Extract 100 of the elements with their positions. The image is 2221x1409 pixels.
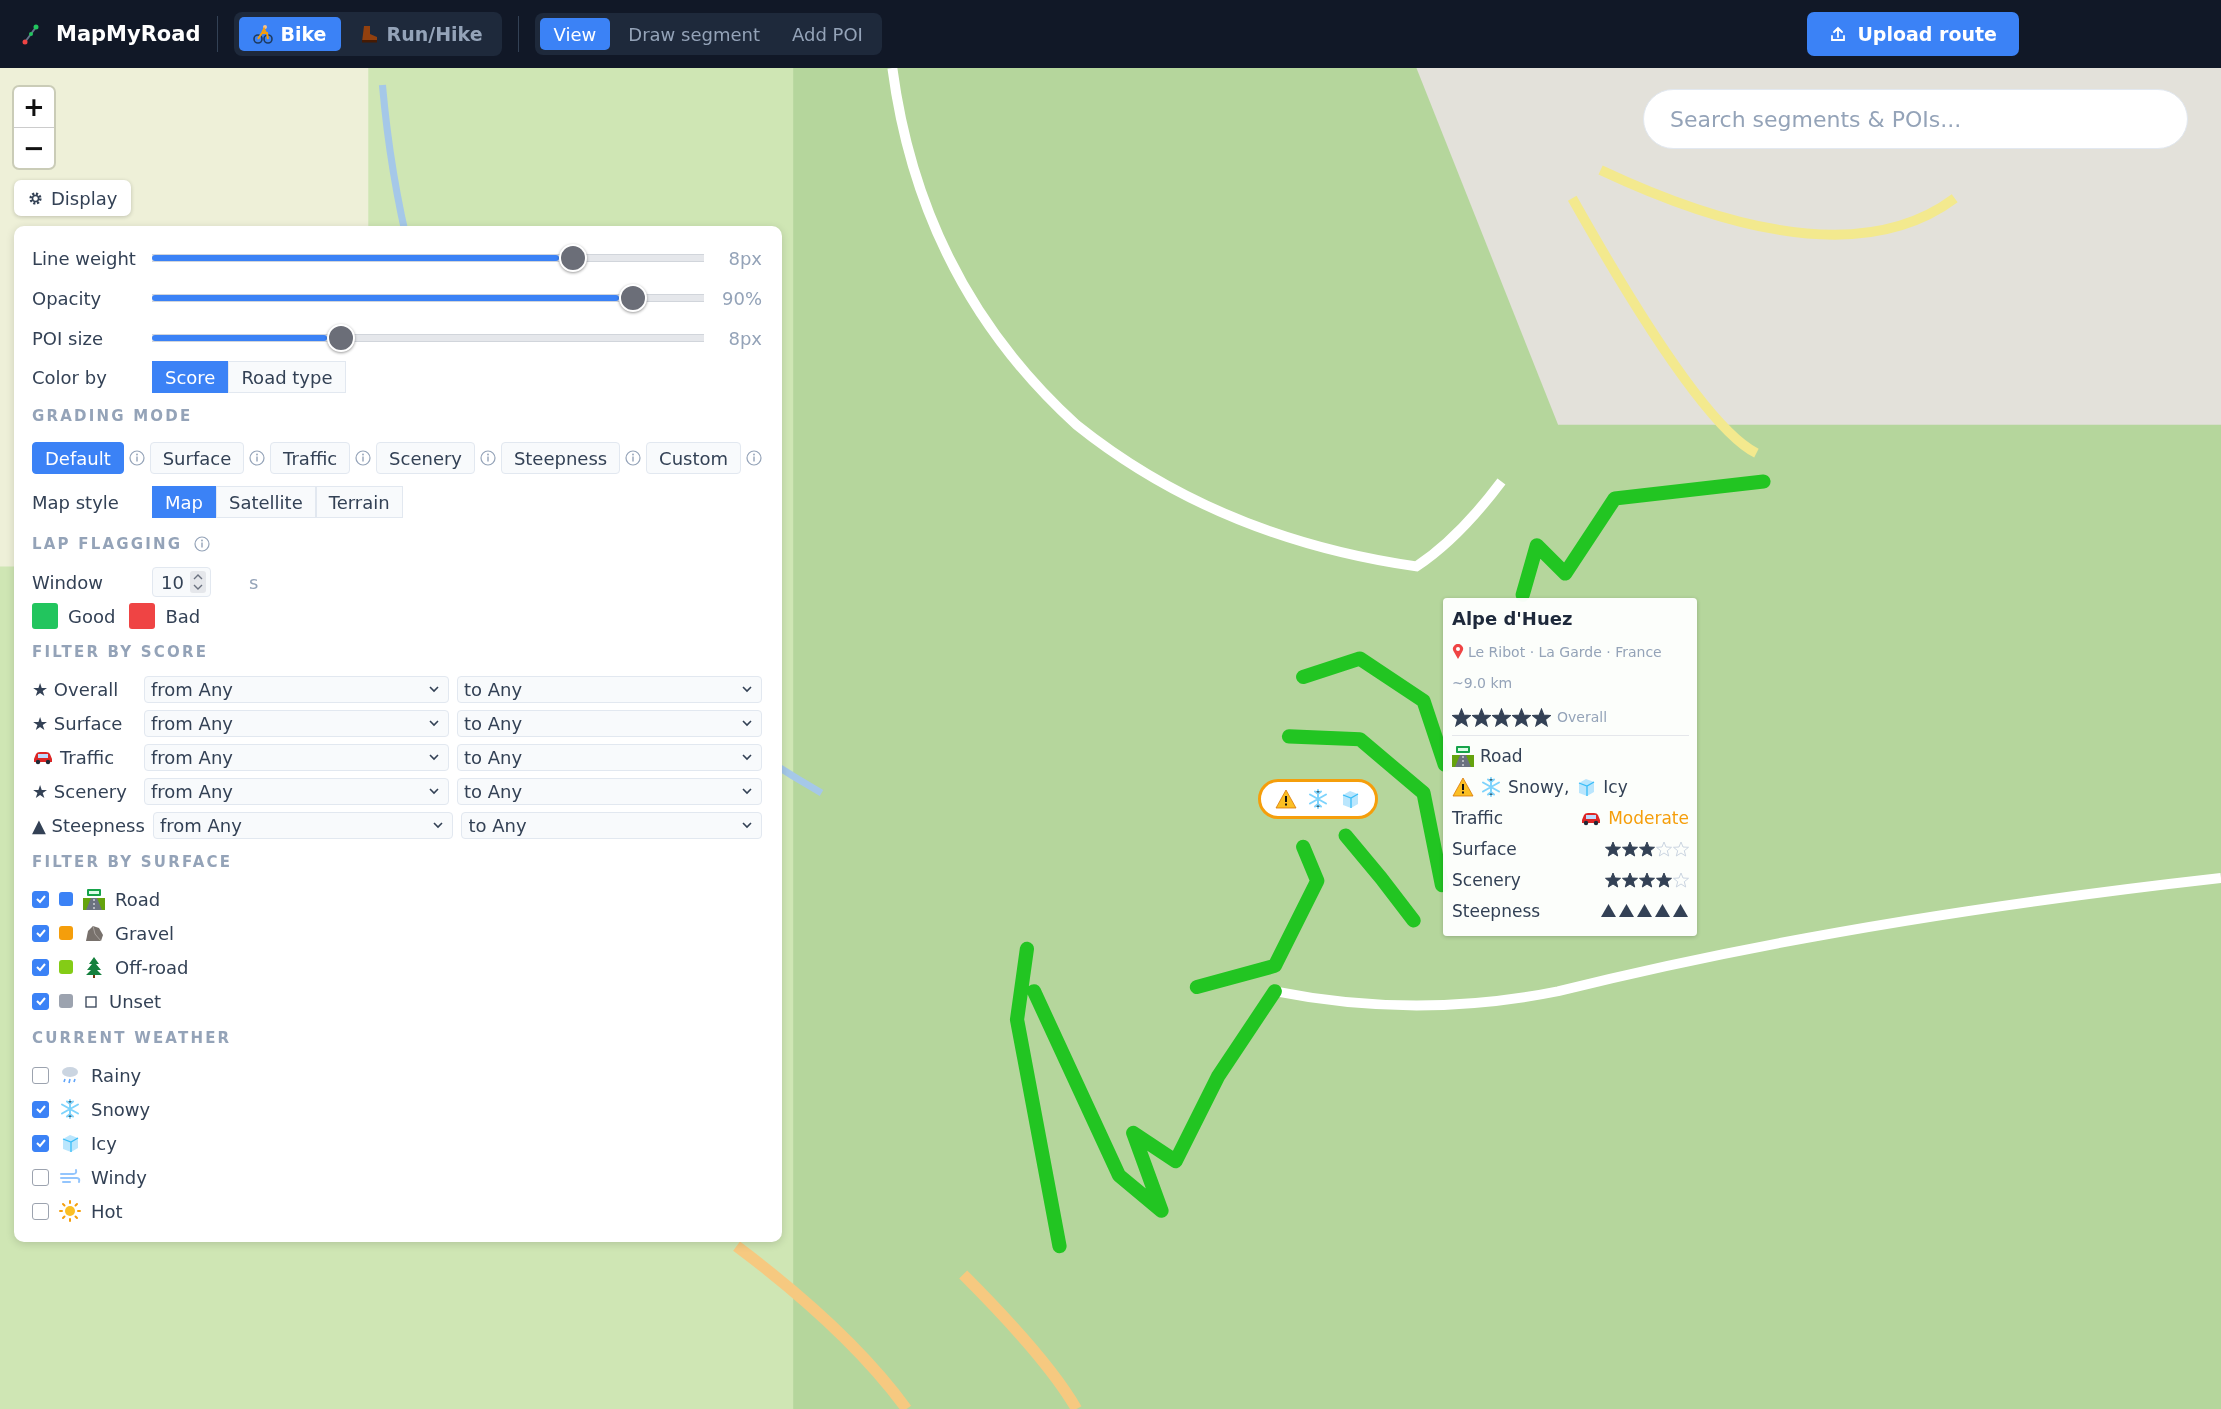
checkbox[interactable]: [32, 924, 49, 942]
zoom-out-button[interactable]: −: [14, 127, 54, 168]
grading-mode-button[interactable]: Steepness: [500, 442, 621, 474]
spinner-arrows-icon[interactable]: [189, 571, 206, 593]
checkbox[interactable]: [32, 1134, 49, 1152]
filter-label: Traffic: [60, 746, 115, 768]
grading-mode-button[interactable]: Scenery: [376, 442, 475, 474]
filled-star-icon: [1656, 871, 1672, 888]
dropdown[interactable]: to Any: [457, 743, 762, 771]
option-button[interactable]: Terrain: [315, 486, 403, 518]
checkbox[interactable]: [32, 958, 49, 976]
gear-icon: [28, 190, 43, 206]
info-icon[interactable]: [479, 450, 496, 466]
checkbox[interactable]: [32, 1066, 49, 1084]
checkbox-label: Road: [115, 888, 161, 910]
filter-label: ▲ Steepness: [32, 814, 145, 836]
option-button[interactable]: Map: [152, 486, 216, 518]
display-toggle-button[interactable]: Display: [14, 180, 132, 216]
checkbox[interactable]: [32, 992, 49, 1010]
slider-thumb[interactable]: [619, 284, 648, 312]
empty-star-icon: [1673, 871, 1689, 888]
info-icon[interactable]: [355, 450, 372, 466]
grading-mode-button[interactable]: Surface: [149, 442, 245, 474]
chevron-down-icon: [428, 685, 440, 693]
slider-fill[interactable]: [152, 295, 620, 301]
swatch-label: Good: [68, 605, 116, 627]
option-button[interactable]: Road type: [228, 361, 346, 393]
info-icon[interactable]: [249, 450, 266, 466]
section-heading: FILTER BY SCORE: [32, 643, 209, 661]
number-field[interactable]: 10: [152, 567, 211, 597]
section-heading: LAP FLAGGING: [32, 535, 183, 553]
dropdown[interactable]: from Any: [144, 675, 449, 703]
option-button[interactable]: Score: [152, 361, 229, 393]
traffic-value: Moderate: [1608, 807, 1689, 828]
triangle-icon: [1672, 903, 1689, 918]
weather-text: Snowy,: [1508, 776, 1570, 797]
upload-route-button[interactable]: Upload route: [1807, 12, 2019, 56]
dropdown[interactable]: to Any: [457, 675, 762, 703]
dropdown[interactable]: to Any: [461, 811, 762, 839]
dropdown[interactable]: from Any: [144, 709, 449, 737]
filter-label: ★ Scenery: [32, 780, 127, 802]
slider-value: 8px: [727, 247, 762, 269]
info-icon[interactable]: [745, 450, 762, 466]
dropdown[interactable]: from Any: [152, 811, 454, 839]
grading-mode-button[interactable]: Traffic: [270, 442, 351, 474]
field-label: Map style: [32, 491, 120, 513]
search-field[interactable]: Search segments & POIs...: [1643, 89, 2188, 149]
checkbox[interactable]: [32, 1202, 49, 1220]
filled-star-icon: [1605, 840, 1621, 857]
slider-thumb[interactable]: [326, 324, 355, 352]
field-label: Window: [32, 571, 104, 593]
filled-star-icon: [1639, 871, 1655, 888]
slider-fill[interactable]: [152, 255, 559, 261]
checkbox[interactable]: [32, 1100, 49, 1118]
triangle-icon: [1654, 903, 1671, 918]
snowflake-icon: [59, 1098, 81, 1120]
tab[interactable]: Draw segment: [614, 18, 774, 50]
checkbox-label: Windy: [91, 1166, 147, 1188]
warning-icon: [1452, 776, 1474, 797]
color-swatch[interactable]: [129, 603, 156, 629]
grading-mode-button[interactable]: Custom: [646, 442, 742, 474]
tab[interactable]: Add POI: [778, 18, 877, 50]
filled-star-icon: [1622, 871, 1638, 888]
filled-star-icon: [1472, 707, 1491, 727]
zoom-in-button[interactable]: +: [14, 87, 54, 127]
info-icon[interactable]: [128, 450, 145, 466]
distance-text: ~9.0 km: [1452, 675, 1513, 691]
filled-star-icon: [1452, 707, 1471, 727]
location-text: Le Ribot · La Garde · France: [1468, 644, 1662, 660]
dropdown[interactable]: from Any: [144, 777, 449, 805]
rain-cloud-icon: [59, 1064, 81, 1086]
snowflake-icon: [1480, 775, 1502, 798]
weather-alert-badge[interactable]: [1258, 779, 1378, 819]
filled-star-icon: [1605, 871, 1621, 888]
rating-label: Surface: [1452, 838, 1517, 859]
triangle-icon: [1600, 903, 1617, 918]
rating-label: Overall: [1557, 709, 1608, 725]
snowflake-icon: [1307, 788, 1329, 810]
triangle-icon: [1618, 903, 1635, 918]
chevron-down-icon: [741, 753, 753, 761]
tab[interactable]: Run/Hike: [344, 17, 497, 51]
dropdown[interactable]: to Any: [457, 709, 762, 737]
checkbox[interactable]: [32, 1168, 49, 1186]
tab[interactable]: Bike: [238, 17, 341, 51]
color-swatch[interactable]: [32, 603, 58, 629]
option-button[interactable]: Satellite: [216, 486, 316, 518]
checkbox-label: Unset: [109, 990, 162, 1012]
info-icon[interactable]: [625, 450, 642, 466]
tab[interactable]: View: [539, 18, 611, 50]
filter-label: ★ Surface: [32, 712, 123, 734]
weather-text: Icy: [1603, 776, 1628, 797]
slider-fill[interactable]: [152, 335, 327, 341]
checkbox[interactable]: [32, 890, 49, 908]
dropdown[interactable]: to Any: [457, 777, 762, 805]
slider-label: Opacity: [32, 287, 103, 309]
grading-mode-button[interactable]: Default: [32, 442, 124, 474]
empty-star-icon: [1656, 840, 1672, 857]
dropdown[interactable]: from Any: [144, 743, 449, 771]
info-icon[interactable]: [194, 536, 211, 552]
slider-thumb[interactable]: [558, 244, 587, 272]
